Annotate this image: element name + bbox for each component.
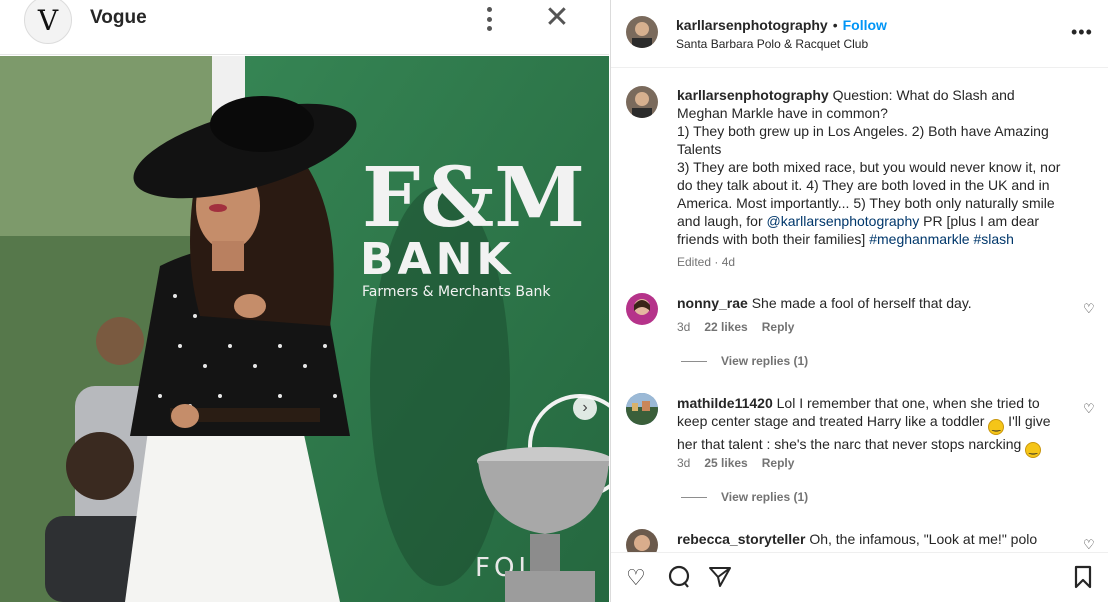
follow-button[interactable]: Follow	[843, 17, 887, 33]
like-comment-heart-icon[interactable]: ♡	[1083, 301, 1095, 317]
comment-text: mathilde11420 Lol I remember that one, w…	[677, 394, 1067, 458]
comment-age: 3d	[677, 320, 691, 334]
reply-button[interactable]: Reply	[762, 456, 795, 470]
bank-logo-sub: Farmers & Merchants Bank	[362, 284, 551, 300]
comment-meta: 3d 22 likes Reply	[677, 320, 808, 334]
media-pane: V Vogue ✕ F&M BANK Farmers & Merchants B…	[0, 0, 609, 602]
post-location[interactable]: Santa Barbara Polo & Racquet Club	[676, 37, 868, 51]
post-header: karllarsenphotography • Follow Santa Barba…	[611, 0, 1108, 68]
caption-avatar[interactable]	[626, 86, 658, 118]
comment-age: 3d	[677, 456, 691, 470]
media-header: V Vogue ✕	[0, 0, 609, 55]
post-details-pane: karllarsenphotography • Follow Santa Barba…	[610, 0, 1108, 602]
commenter-avatar[interactable]	[626, 293, 658, 325]
comments-scroll-area[interactable]: karllarsenphotography Question: What do …	[611, 69, 1108, 552]
view-replies-label: View replies (1)	[721, 354, 809, 368]
hashtag-link[interactable]: #meghanmarkle	[869, 231, 969, 247]
commenter-avatar[interactable]	[626, 393, 658, 425]
grinning-emoji-icon: ‿	[1025, 442, 1042, 458]
caption-mention-link[interactable]: @karllarsenphotography	[767, 213, 920, 229]
separator-dot: •	[832, 17, 838, 33]
author-line: karllarsenphotography • Follow	[676, 17, 887, 33]
view-replies-button[interactable]: View replies (1)	[681, 490, 808, 504]
bank-logo-word: BANK	[360, 234, 515, 285]
commenter-username[interactable]: mathilde11420	[677, 395, 773, 411]
bookmark-icon[interactable]	[1073, 565, 1093, 595]
more-horizontal-icon[interactable]: •••	[1071, 22, 1093, 43]
caption-line-2: 1) They both grew up in Los Angeles. 2) …	[677, 123, 1049, 157]
comment-likes[interactable]: 25 likes	[704, 456, 747, 470]
heart-icon[interactable]: ♡	[626, 565, 646, 591]
caption-username[interactable]: karllarsenphotography	[677, 87, 829, 103]
hashtag-link[interactable]: #slash	[973, 231, 1013, 247]
like-comment-heart-icon[interactable]: ♡	[1083, 401, 1095, 417]
commenter-avatar[interactable]	[626, 529, 658, 552]
post-caption: karllarsenphotography Question: What do …	[677, 86, 1067, 248]
commenter-username[interactable]: rebecca_storyteller	[677, 531, 805, 547]
like-comment-heart-icon[interactable]: ♡	[1083, 537, 1095, 552]
instagram-post-modal: V Vogue ✕ F&M BANK Farmers & Merchants B…	[0, 0, 1108, 602]
commenter-username[interactable]: nonny_rae	[677, 295, 748, 311]
post-actions-bar: ♡	[611, 552, 1108, 602]
share-icon[interactable]	[708, 565, 732, 595]
close-icon[interactable]: ✕	[542, 3, 572, 34]
reply-button[interactable]: Reply	[762, 320, 795, 334]
author-avatar[interactable]	[626, 16, 658, 48]
vogue-logo[interactable]: V	[24, 0, 72, 44]
comment-meta: 3d 25 likes Reply	[677, 456, 808, 470]
view-replies-button[interactable]: View replies (1)	[681, 354, 808, 368]
comment-text: rebecca_storyteller Oh, the infamous, "L…	[677, 530, 1067, 548]
edited-timestamp: Edited · 4d	[677, 255, 736, 269]
more-vertical-icon[interactable]	[480, 5, 498, 33]
logo-letter: V	[37, 3, 59, 37]
chevron-right-icon[interactable]: ›	[573, 396, 597, 420]
bank-logo-fm: F&M	[362, 150, 585, 246]
view-replies-label: View replies (1)	[721, 490, 809, 504]
comment-body: Oh, the infamous, "Look at me!" polo	[809, 531, 1038, 547]
photo-illustration: F&M BANK Farmers & Merchants Bank FOLD	[0, 56, 609, 602]
account-name[interactable]: Vogue	[90, 7, 147, 29]
post-photo: F&M BANK Farmers & Merchants Bank FOLD ›	[0, 56, 609, 602]
grinning-sweat-emoji-icon: ‿	[988, 419, 1005, 435]
comment-likes[interactable]: 22 likes	[704, 320, 747, 334]
author-username[interactable]: karllarsenphotography	[676, 17, 828, 33]
comment-body: She made a fool of herself that day.	[751, 295, 972, 311]
comment-text: nonny_rae She made a fool of herself tha…	[677, 294, 1067, 312]
comment-icon[interactable]	[667, 565, 691, 595]
